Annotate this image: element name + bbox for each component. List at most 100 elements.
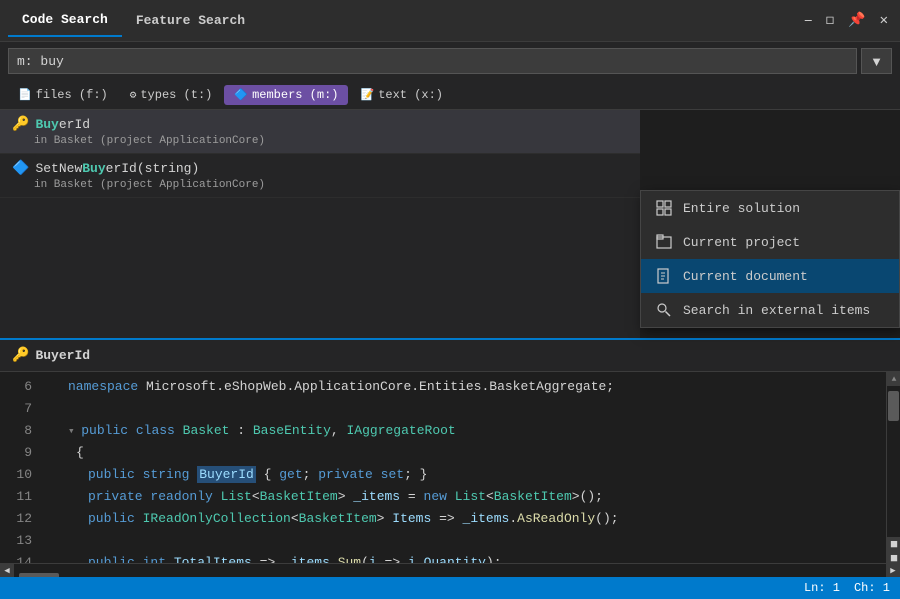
code-line-6: namespace Microsoft.eShopWeb.Application… <box>68 376 878 398</box>
token-buyerid: BuyerId <box>197 466 256 483</box>
token: _items <box>463 511 510 526</box>
menu-current-document[interactable]: Current document <box>641 259 899 293</box>
types-icon: ⚙ <box>130 88 137 102</box>
filter-text-label: text (x:) <box>378 88 443 102</box>
result-1-location: in Basket (project ApplicationCore) <box>34 135 628 147</box>
token: BasketItem <box>494 489 572 504</box>
line-num-10: 10 <box>0 464 32 486</box>
current-project-icon <box>655 233 673 251</box>
tab-code-search[interactable]: Code Search <box>8 4 122 37</box>
scroll-thumb[interactable] <box>888 391 899 421</box>
menu-entire-solution[interactable]: Entire solution <box>641 191 899 225</box>
line-num-7: 7 <box>0 398 32 420</box>
search-bar-row: ▼ <box>0 42 900 80</box>
token: AsReadOnly <box>517 511 595 526</box>
result-1-highlight: Buy <box>35 117 58 132</box>
status-ln: Ln: 1 <box>804 581 840 595</box>
line-num-12: 12 <box>0 508 32 530</box>
line-num-8: 8 <box>0 420 32 442</box>
line-num-9: 9 <box>0 442 32 464</box>
token: private <box>88 489 150 504</box>
status-bar: Ln: 1 Ch: 1 <box>0 577 900 599</box>
right-scrollbar: ▲ ■ ■ ▼ <box>886 372 900 579</box>
menu-current-project-label: Current project <box>683 235 800 250</box>
token: BasketItem <box>260 489 338 504</box>
token: . <box>509 511 517 526</box>
filter-types-label: types (t:) <box>140 88 212 102</box>
search-input[interactable] <box>8 48 857 74</box>
result-2-location: in Basket (project ApplicationCore) <box>34 179 628 191</box>
close-icon[interactable]: ✕ <box>876 10 892 31</box>
token: , <box>331 423 347 438</box>
menu-current-project[interactable]: Current project <box>641 225 899 259</box>
scroll-right-button[interactable]: ▶ <box>886 564 900 578</box>
token: = <box>400 489 423 504</box>
token: IReadOnlyCollection <box>143 511 291 526</box>
token: (); <box>595 511 618 526</box>
filter-members-label: members (m:) <box>252 88 338 102</box>
result-2-icon: 🔷 <box>12 160 29 177</box>
results-panel: 🔑 BuyerId in Basket (project Application… <box>0 110 640 338</box>
square-btn-1[interactable]: ■ <box>887 537 900 551</box>
search-external-icon <box>655 301 673 319</box>
token: namespace <box>68 379 146 394</box>
token: > <box>338 489 354 504</box>
token: IAggregateRoot <box>347 423 456 438</box>
token: set <box>381 467 404 482</box>
result-1-icon: 🔑 <box>12 116 29 133</box>
token: { <box>256 467 279 482</box>
scope-dropdown-menu: Entire solution Current project Current … <box>640 190 900 328</box>
token: >(); <box>572 489 603 504</box>
tab-feature-search[interactable]: Feature Search <box>122 5 259 36</box>
code-line-8: ▾ public class Basket : BaseEntity, IAgg… <box>68 420 878 442</box>
filter-tab-text[interactable]: 📝 text (x:) <box>350 85 453 105</box>
result-2-post: erId(string) <box>106 161 200 176</box>
scroll-track[interactable] <box>887 386 900 537</box>
line-numbers: 6 7 8 9 10 11 12 13 14 <box>0 372 40 579</box>
token: : <box>229 423 252 438</box>
code-header-title: BuyerId <box>35 348 90 363</box>
code-header: 🔑 BuyerId <box>0 340 900 372</box>
result-1-name: BuyerId <box>35 117 90 132</box>
token: _items <box>353 489 400 504</box>
pin-icon[interactable]: 📌 <box>844 10 869 31</box>
filter-tab-files[interactable]: 📄 files (f:) <box>8 85 118 105</box>
filter-tab-members[interactable]: 🔷 members (m:) <box>224 85 348 105</box>
menu-search-external[interactable]: Search in external items <box>641 293 899 327</box>
code-line-7 <box>48 398 878 420</box>
token: Items <box>392 511 431 526</box>
status-right: Ln: 1 Ch: 1 <box>804 581 890 595</box>
scope-dropdown-button[interactable]: ▼ <box>861 48 892 74</box>
code-section: 🔑 BuyerId 6 7 8 9 10 11 12 13 14 namespa… <box>0 340 900 579</box>
token: ; <box>303 467 319 482</box>
code-line-13 <box>48 530 878 552</box>
token: get <box>279 467 302 482</box>
token: class <box>136 423 183 438</box>
line-num-11: 11 <box>0 486 32 508</box>
filter-tab-types[interactable]: ⚙ types (t:) <box>120 85 223 105</box>
result-item-1[interactable]: 🔑 BuyerId in Basket (project Application… <box>0 110 640 154</box>
menu-search-external-label: Search in external items <box>683 303 870 318</box>
line-num-13: 13 <box>0 530 32 552</box>
restore-icon[interactable]: ◻ <box>822 10 838 31</box>
code-header-icon: 🔑 <box>12 347 29 364</box>
token: List <box>455 489 486 504</box>
text-icon: 📝 <box>360 88 374 102</box>
title-bar-icons: ⎯ ◻ 📌 ✕ <box>801 10 892 31</box>
code-line-12: public IReadOnlyCollection<BasketItem> I… <box>88 508 878 530</box>
token: List <box>221 489 252 504</box>
scroll-left-button[interactable]: ◀ <box>0 564 14 578</box>
minimize-icon[interactable]: ⎯ <box>801 11 816 31</box>
entire-solution-icon <box>655 199 673 217</box>
members-icon: 🔷 <box>234 88 248 102</box>
token: new <box>424 489 455 504</box>
code-content: namespace Microsoft.eShopWeb.Application… <box>40 372 886 579</box>
upper-section: 🔑 BuyerId in Basket (project Application… <box>0 110 900 340</box>
token: ; } <box>404 467 427 482</box>
current-document-icon <box>655 267 673 285</box>
token: private <box>318 467 380 482</box>
scroll-up-button[interactable]: ▲ <box>887 372 900 386</box>
horizontal-scrollbar: ◀ ▶ <box>0 563 900 577</box>
result-2-name: SetNewBuyerId(string) <box>35 161 199 176</box>
result-item-2[interactable]: 🔷 SetNewBuyerId(string) in Basket (proje… <box>0 154 640 198</box>
